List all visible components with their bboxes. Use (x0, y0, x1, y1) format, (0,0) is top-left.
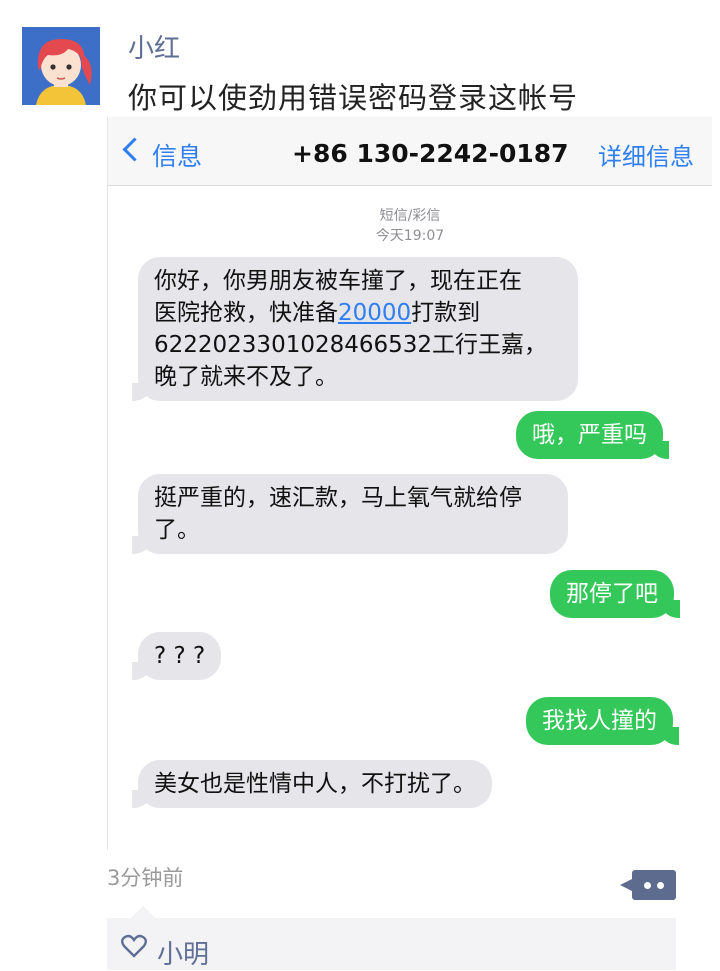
message-bubble-out: 那停了吧 (550, 570, 680, 618)
post-time: 3分钟前 (107, 866, 184, 890)
sms-screenshot-image[interactable]: 信息 +86 130-2242-0187 详细信息 短信/彩信 今天19:07 … (107, 117, 712, 850)
details-label: 详细信息 (598, 143, 694, 171)
liker-name[interactable]: 小明 (157, 934, 209, 971)
message-bubble-out: 我找人撞的 (526, 697, 679, 745)
avatar[interactable] (22, 27, 100, 105)
back-label: 信息 (152, 142, 203, 171)
chevron-left-icon (122, 137, 147, 162)
sms-nav-bar: 信息 +86 130-2242-0187 详细信息 (108, 117, 712, 186)
message-time: 今天19:07 (375, 228, 445, 244)
comment-icon[interactable] (620, 870, 676, 900)
message-bubble-in: 你好，你男朋友被车撞了，现在正在 医院抢救，快准备20000打款到 622202… (132, 257, 578, 401)
amount-link: 20000 (338, 300, 412, 326)
post-author[interactable]: 小红 (128, 28, 180, 65)
message-bubble-out: 哦，严重吗 (516, 411, 669, 459)
message-bubble-in: 挺严重的，速汇款，马上氧气就给停 了。 (132, 474, 568, 554)
post-text: 你可以使劲用错误密码登录这帐号 (128, 81, 579, 115)
message-bubble-in: ? ? ? (131, 632, 222, 680)
contact-number: +86 130-2242-0187 (292, 139, 569, 168)
message-type: 短信/彩信 (379, 208, 441, 224)
likes-bar: 小明 (107, 906, 676, 971)
message-bubble-in: 美女也是性情中人，不打扰了。 (132, 760, 492, 808)
heart-icon (121, 934, 147, 958)
